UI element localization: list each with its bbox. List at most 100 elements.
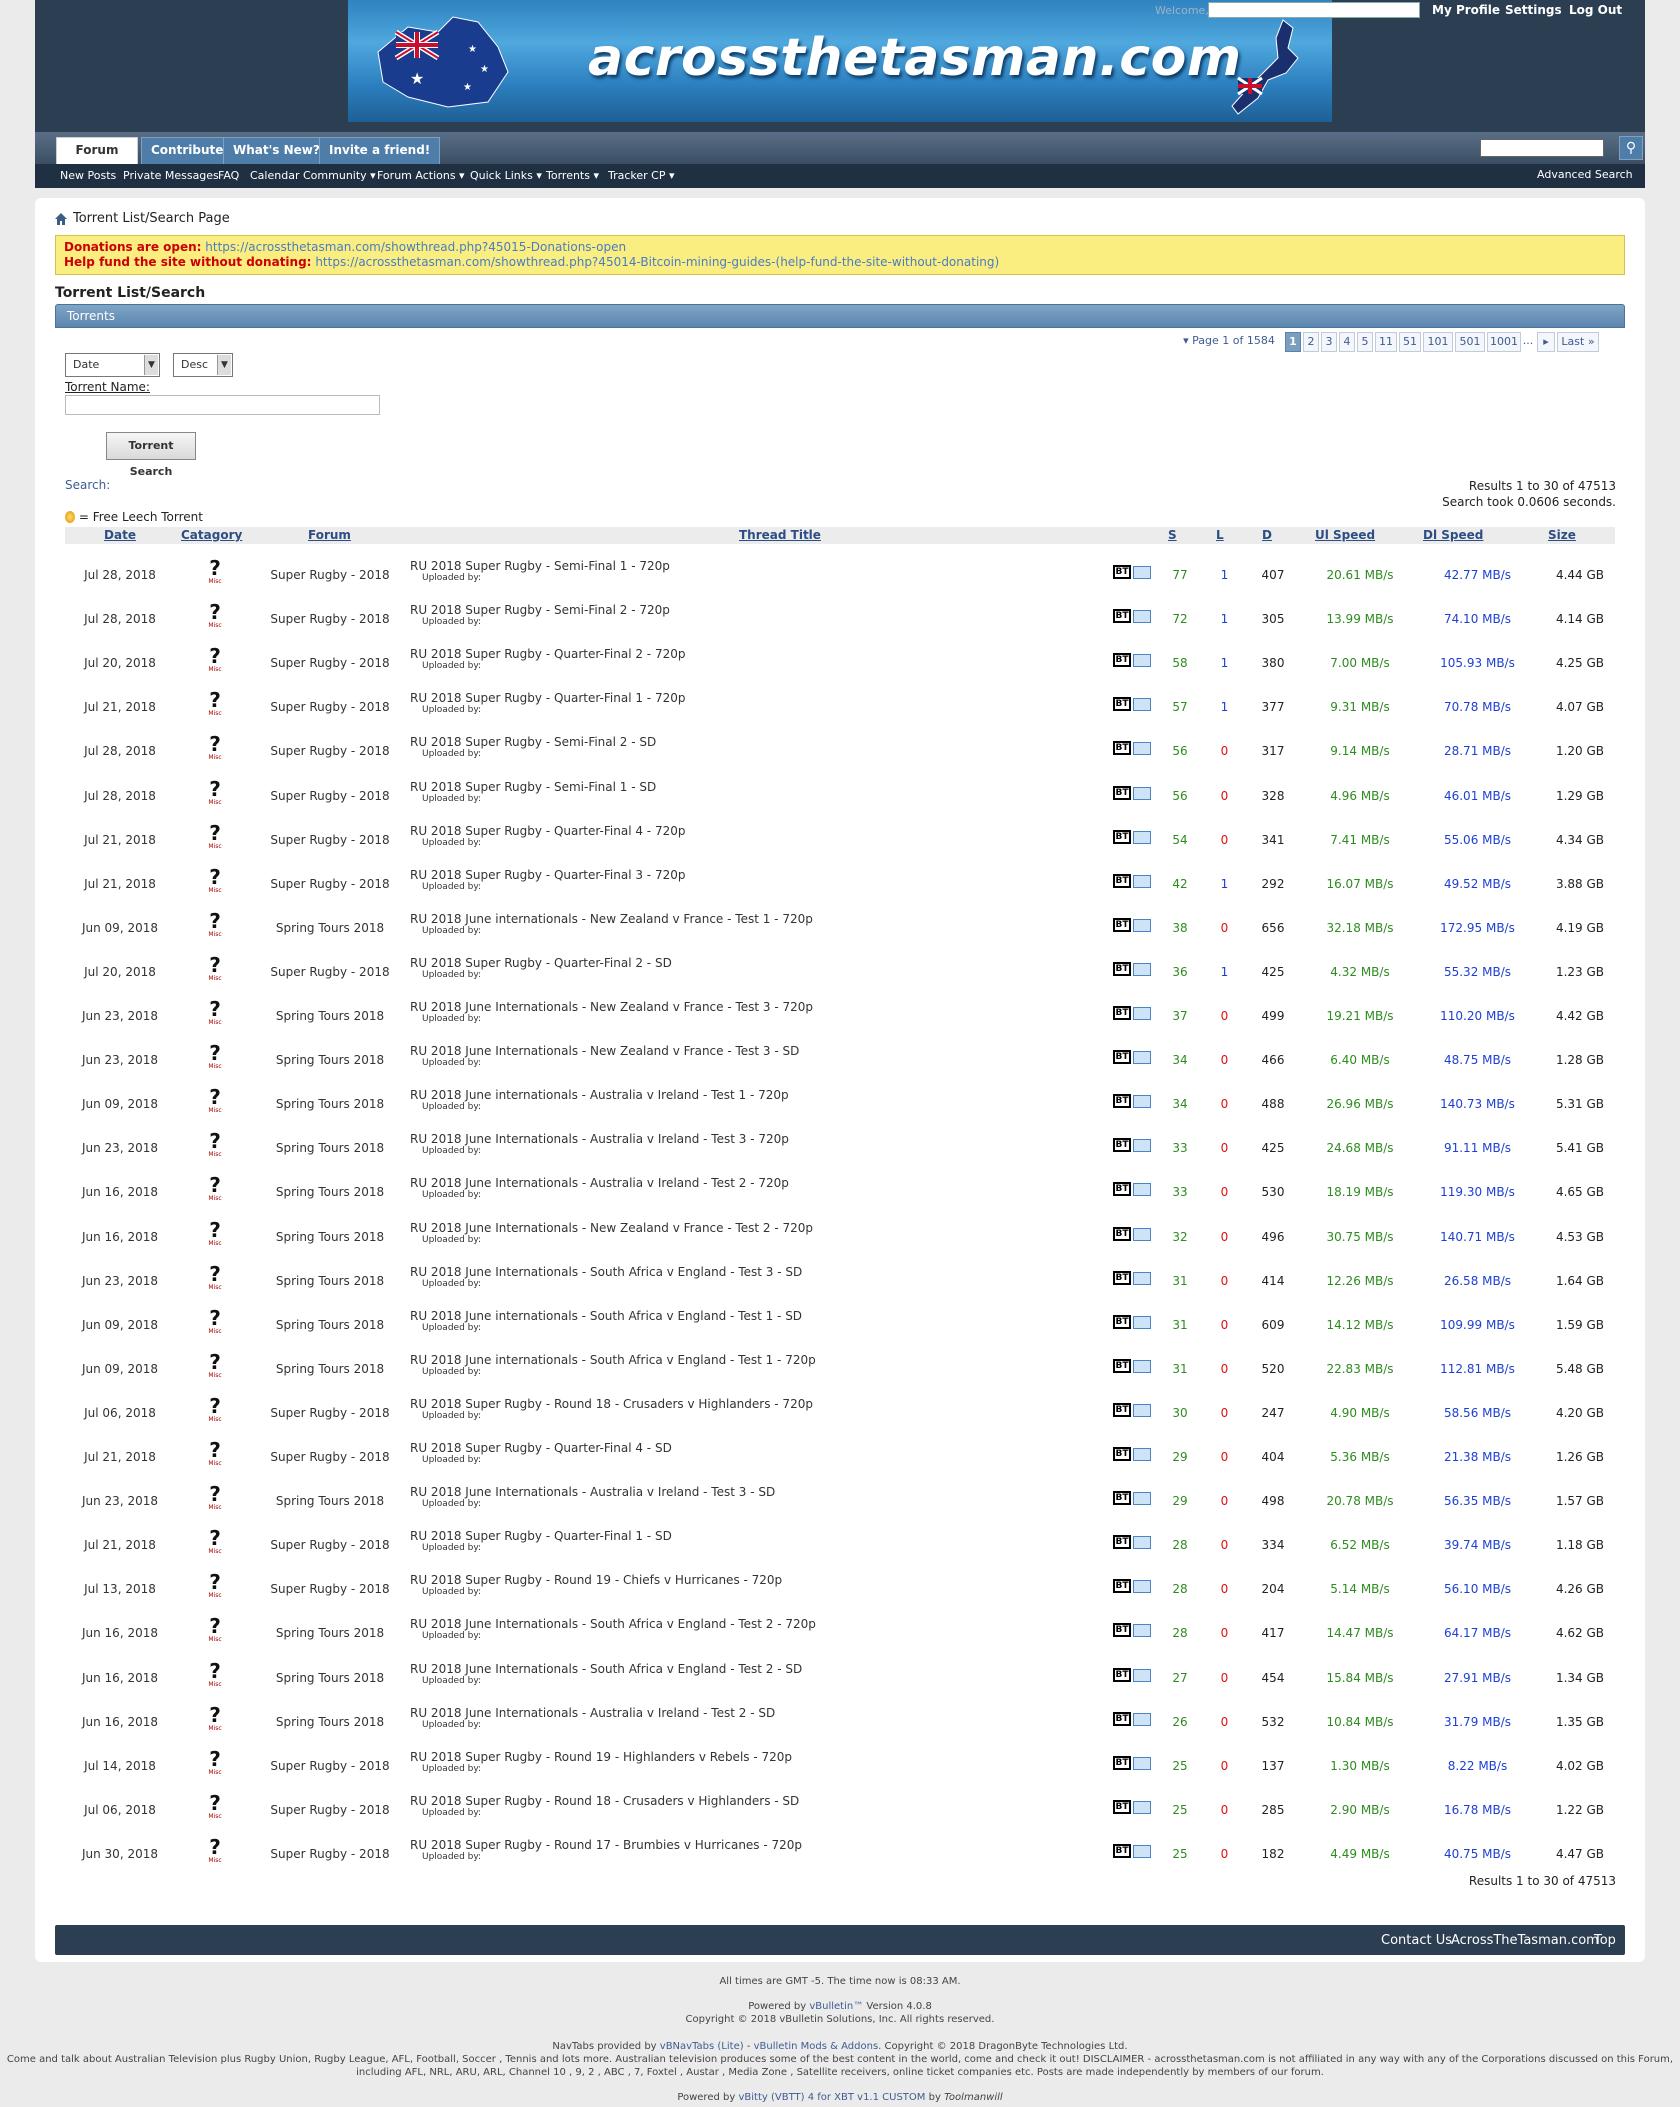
col-forum[interactable]: Forum (308, 527, 351, 544)
vbitty-link[interactable]: vBitty (VBTT) 4 for XBT v1.1 CUSTOM (738, 2092, 925, 2103)
col-seeders[interactable]: S (1168, 527, 1177, 544)
category-misc-icon[interactable]: ? Misc (204, 1572, 226, 1600)
row-title[interactable]: RU 2018 Super Rugby - Round 18 - Crusade… (410, 1397, 813, 1411)
bittorrent-download-icon[interactable]: BT (1113, 785, 1131, 800)
page-11[interactable]: 11 (1375, 332, 1397, 352)
row-title[interactable]: RU 2018 Super Rugby - Quarter-Final 3 - … (410, 868, 685, 882)
bittorrent-download-icon[interactable]: BT (1113, 1182, 1131, 1197)
sort-by-select[interactable]: Date ▼ (65, 353, 160, 377)
row-forum[interactable]: Spring Tours 2018 (265, 1097, 395, 1111)
page-501[interactable]: 501 (1455, 332, 1485, 352)
row-forum[interactable]: Spring Tours 2018 (265, 1626, 395, 1640)
home-icon[interactable] (55, 213, 67, 225)
page-1[interactable]: 1 (1285, 332, 1301, 352)
tab-invite-friend[interactable]: Invite a friend! (319, 137, 441, 164)
row-title[interactable]: RU 2018 June internationals - New Zealan… (410, 912, 813, 926)
mail-icon[interactable] (1133, 698, 1151, 712)
vbulletin-mods-link[interactable]: vBulletin Mods & Addons. (754, 2041, 882, 2052)
row-forum[interactable]: Spring Tours 2018 (265, 1230, 395, 1244)
category-misc-icon[interactable]: ? Misc (204, 1705, 226, 1733)
row-forum[interactable]: Spring Tours 2018 (265, 1274, 395, 1288)
category-misc-icon[interactable]: ? Misc (204, 1264, 226, 1292)
mail-icon[interactable] (1133, 1448, 1151, 1461)
bittorrent-download-icon[interactable]: BT (1113, 609, 1131, 624)
bittorrent-download-icon[interactable]: BT (1113, 1094, 1131, 1109)
row-forum[interactable]: Super Rugby - 2018 (265, 1582, 395, 1596)
row-forum[interactable]: Super Rugby - 2018 (265, 744, 395, 758)
row-forum[interactable]: Spring Tours 2018 (265, 1185, 395, 1199)
row-title[interactable]: RU 2018 June Internationals - New Zealan… (410, 1044, 799, 1058)
vbulletin-link[interactable]: vBulletin™ (809, 2001, 863, 2012)
category-misc-icon[interactable]: ? Misc (204, 1396, 226, 1424)
mail-icon[interactable] (1133, 1359, 1151, 1373)
bittorrent-download-icon[interactable]: BT (1113, 917, 1131, 932)
row-forum[interactable]: Super Rugby - 2018 (265, 877, 395, 891)
bittorrent-download-icon[interactable]: BT (1113, 1711, 1131, 1726)
row-title[interactable]: RU 2018 Super Rugby - Round 17 - Brumbie… (410, 1838, 802, 1852)
torrent-search-button[interactable]: Torrent Search (106, 432, 196, 478)
category-misc-icon[interactable]: ? Misc (204, 558, 226, 586)
row-title[interactable]: RU 2018 Super Rugby - Round 19 - Chiefs … (410, 1573, 782, 1587)
category-misc-icon[interactable]: ? Misc (204, 999, 226, 1027)
col-leechers[interactable]: L (1216, 527, 1224, 544)
row-title[interactable]: RU 2018 Super Rugby - Semi-Final 1 - SD (410, 780, 656, 794)
category-misc-icon[interactable]: ? Misc (204, 1661, 226, 1689)
tab-whats-new[interactable]: What's New? (223, 137, 330, 164)
mail-icon[interactable] (1133, 566, 1151, 579)
mail-icon[interactable] (1133, 1315, 1151, 1329)
mail-icon[interactable] (1133, 742, 1151, 756)
page-5[interactable]: 5 (1357, 332, 1373, 352)
row-title[interactable]: RU 2018 Super Rugby - Semi-Final 2 - 720… (410, 603, 670, 617)
category-misc-icon[interactable]: ? Misc (204, 1484, 226, 1512)
row-forum[interactable]: Spring Tours 2018 (265, 1362, 395, 1376)
category-misc-icon[interactable]: ? Misc (204, 1087, 226, 1115)
mail-icon[interactable] (1133, 1051, 1151, 1065)
mail-icon[interactable] (1133, 1095, 1151, 1109)
notice-help-link[interactable]: https://acrossthetasman.com/showthread.p… (315, 255, 999, 269)
advanced-search-link[interactable]: Advanced Search (1537, 168, 1633, 181)
row-forum[interactable]: Spring Tours 2018 (265, 1053, 395, 1067)
bittorrent-download-icon[interactable]: BT (1113, 1667, 1131, 1682)
page-3[interactable]: 3 (1321, 332, 1337, 352)
category-misc-icon[interactable]: ? Misc (204, 823, 226, 851)
bittorrent-download-icon[interactable]: BT (1113, 1799, 1131, 1814)
col-category[interactable]: Catagory (181, 527, 242, 544)
category-misc-icon[interactable]: ? Misc (204, 1131, 226, 1159)
search-icon[interactable]: ⚲ (1619, 136, 1643, 160)
category-misc-icon[interactable]: ? Misc (204, 1352, 226, 1380)
category-misc-icon[interactable]: ? Misc (204, 1308, 226, 1336)
col-downloads[interactable]: D (1262, 527, 1272, 544)
bittorrent-download-icon[interactable]: BT (1113, 1755, 1131, 1770)
mail-icon[interactable] (1133, 654, 1151, 668)
row-title[interactable]: RU 2018 June Internationals - South Afri… (410, 1265, 802, 1279)
tab-contribute[interactable]: Contribute (141, 137, 234, 164)
bittorrent-download-icon[interactable]: BT (1113, 1623, 1131, 1638)
page-jump-label[interactable]: ▾ Page 1 of 1584 (1174, 332, 1284, 352)
row-forum[interactable]: Spring Tours 2018 (265, 1009, 395, 1023)
subnav-tracker-cp[interactable]: Tracker CP ▾ (608, 169, 675, 182)
category-misc-icon[interactable]: ? Misc (204, 734, 226, 762)
row-title[interactable]: RU 2018 Super Rugby - Semi-Final 2 - SD (410, 735, 656, 749)
mail-icon[interactable] (1133, 610, 1151, 624)
category-misc-icon[interactable]: ? Misc (204, 955, 226, 983)
mail-icon[interactable] (1133, 1139, 1151, 1153)
subnav-faq[interactable]: FAQ (218, 169, 239, 182)
bittorrent-download-icon[interactable]: BT (1113, 697, 1131, 712)
subnav-calendar[interactable]: Calendar (250, 169, 299, 182)
row-forum[interactable]: Spring Tours 2018 (265, 1141, 395, 1155)
col-thread-title[interactable]: Thread Title (739, 527, 821, 544)
col-date[interactable]: Date (65, 527, 175, 544)
row-title[interactable]: RU 2018 Super Rugby - Quarter-Final 2 - … (410, 647, 685, 661)
row-title[interactable]: RU 2018 June Internationals - Australia … (410, 1485, 775, 1499)
tab-forum[interactable]: Forum (56, 137, 138, 164)
bittorrent-download-icon[interactable]: BT (1113, 1270, 1131, 1285)
top-link[interactable]: Top (1594, 1933, 1616, 1948)
mail-icon[interactable] (1133, 1756, 1151, 1770)
row-forum[interactable]: Super Rugby - 2018 (265, 568, 395, 582)
settings-link[interactable]: Settings (1505, 3, 1562, 17)
row-title[interactable]: RU 2018 June internationals - South Afri… (410, 1309, 802, 1323)
row-forum[interactable]: Super Rugby - 2018 (265, 656, 395, 670)
row-title[interactable]: RU 2018 Super Rugby - Quarter-Final 4 - … (410, 1441, 672, 1455)
torrent-name-input[interactable] (65, 395, 380, 415)
row-title[interactable]: RU 2018 Super Rugby - Round 18 - Crusade… (410, 1794, 799, 1808)
